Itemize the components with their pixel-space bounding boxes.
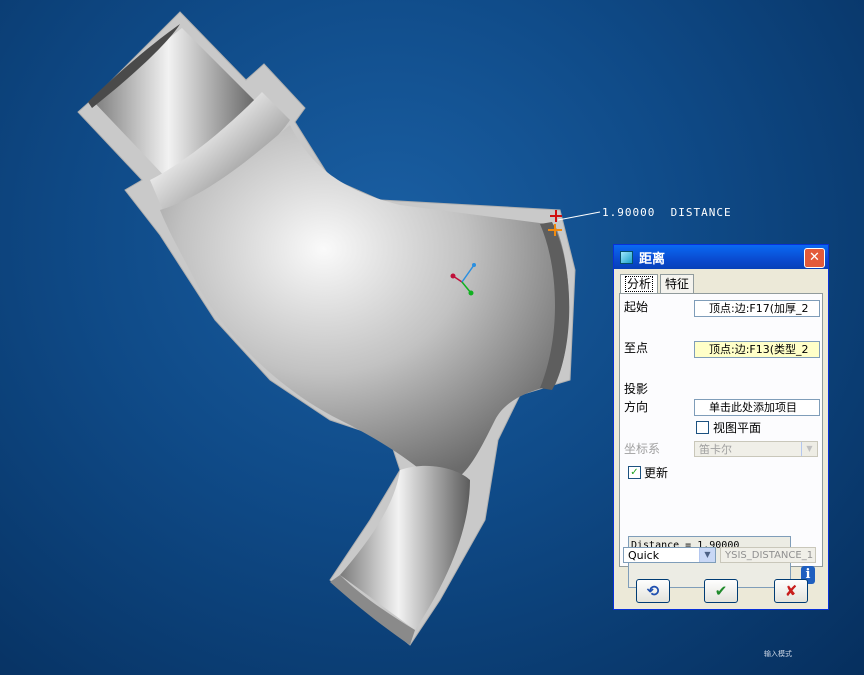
analysis-panel: 起始 顶点:边:F17(加厚_2 至点 顶点:边:F13(类型_2 投影 方向 … (619, 293, 823, 588)
projection-label: 投影 (624, 382, 649, 396)
analysis-name-field[interactable]: YSIS_DISTANCE_1 (720, 547, 816, 563)
coord-system-label: 坐标系 (624, 442, 661, 456)
from-field[interactable]: 顶点:边:F17(加厚_2 (694, 300, 820, 317)
direction-label: 方向 (624, 400, 649, 414)
tab-analysis[interactable]: 分析 (620, 274, 659, 294)
chevron-down-icon: ▼ (699, 548, 715, 562)
distance-annotation: 1.90000 DISTANCE (602, 206, 732, 219)
close-button[interactable]: ✕ (804, 248, 825, 268)
dialog-title: 距离 (639, 251, 666, 267)
update-label: 更新 (644, 466, 669, 480)
update-checkbox[interactable]: ✓ (628, 466, 641, 479)
dialog-titlebar[interactable]: 距离 (614, 245, 828, 269)
dialog-app-icon (620, 250, 633, 264)
view-plane-checkbox[interactable] (696, 421, 709, 434)
view-plane-label: 视图平面 (713, 421, 762, 435)
from-label: 起始 (624, 300, 649, 314)
quick-select[interactable]: Quick ▼ (623, 547, 716, 563)
distance-dialog: 距离 ✕ 分析 特征 起始 顶点:边:F17(加厚_2 至点 顶点:边:F13(… (613, 244, 829, 610)
cross-icon: ✘ (784, 582, 798, 600)
input-mode-label: 输入模式 (764, 650, 792, 658)
to-field[interactable]: 顶点:边:F13(类型_2 (694, 341, 820, 358)
ok-button[interactable]: ✔ (704, 579, 738, 603)
tab-feature[interactable]: 特征 (660, 274, 695, 293)
coord-system-select[interactable]: 笛卡尔 ▼ (694, 441, 818, 457)
tab-bar: 分析 特征 (620, 274, 696, 294)
chevron-down-icon: ▼ (801, 442, 817, 456)
repeat-icon: ⟲ (646, 582, 660, 600)
repeat-button[interactable]: ⟲ (636, 579, 670, 603)
direction-field[interactable]: 单击此处添加项目 (694, 399, 820, 416)
measure-leader-line (557, 211, 601, 221)
cancel-button[interactable]: ✘ (774, 579, 808, 603)
check-icon: ✔ (714, 582, 728, 600)
to-label: 至点 (624, 341, 649, 355)
